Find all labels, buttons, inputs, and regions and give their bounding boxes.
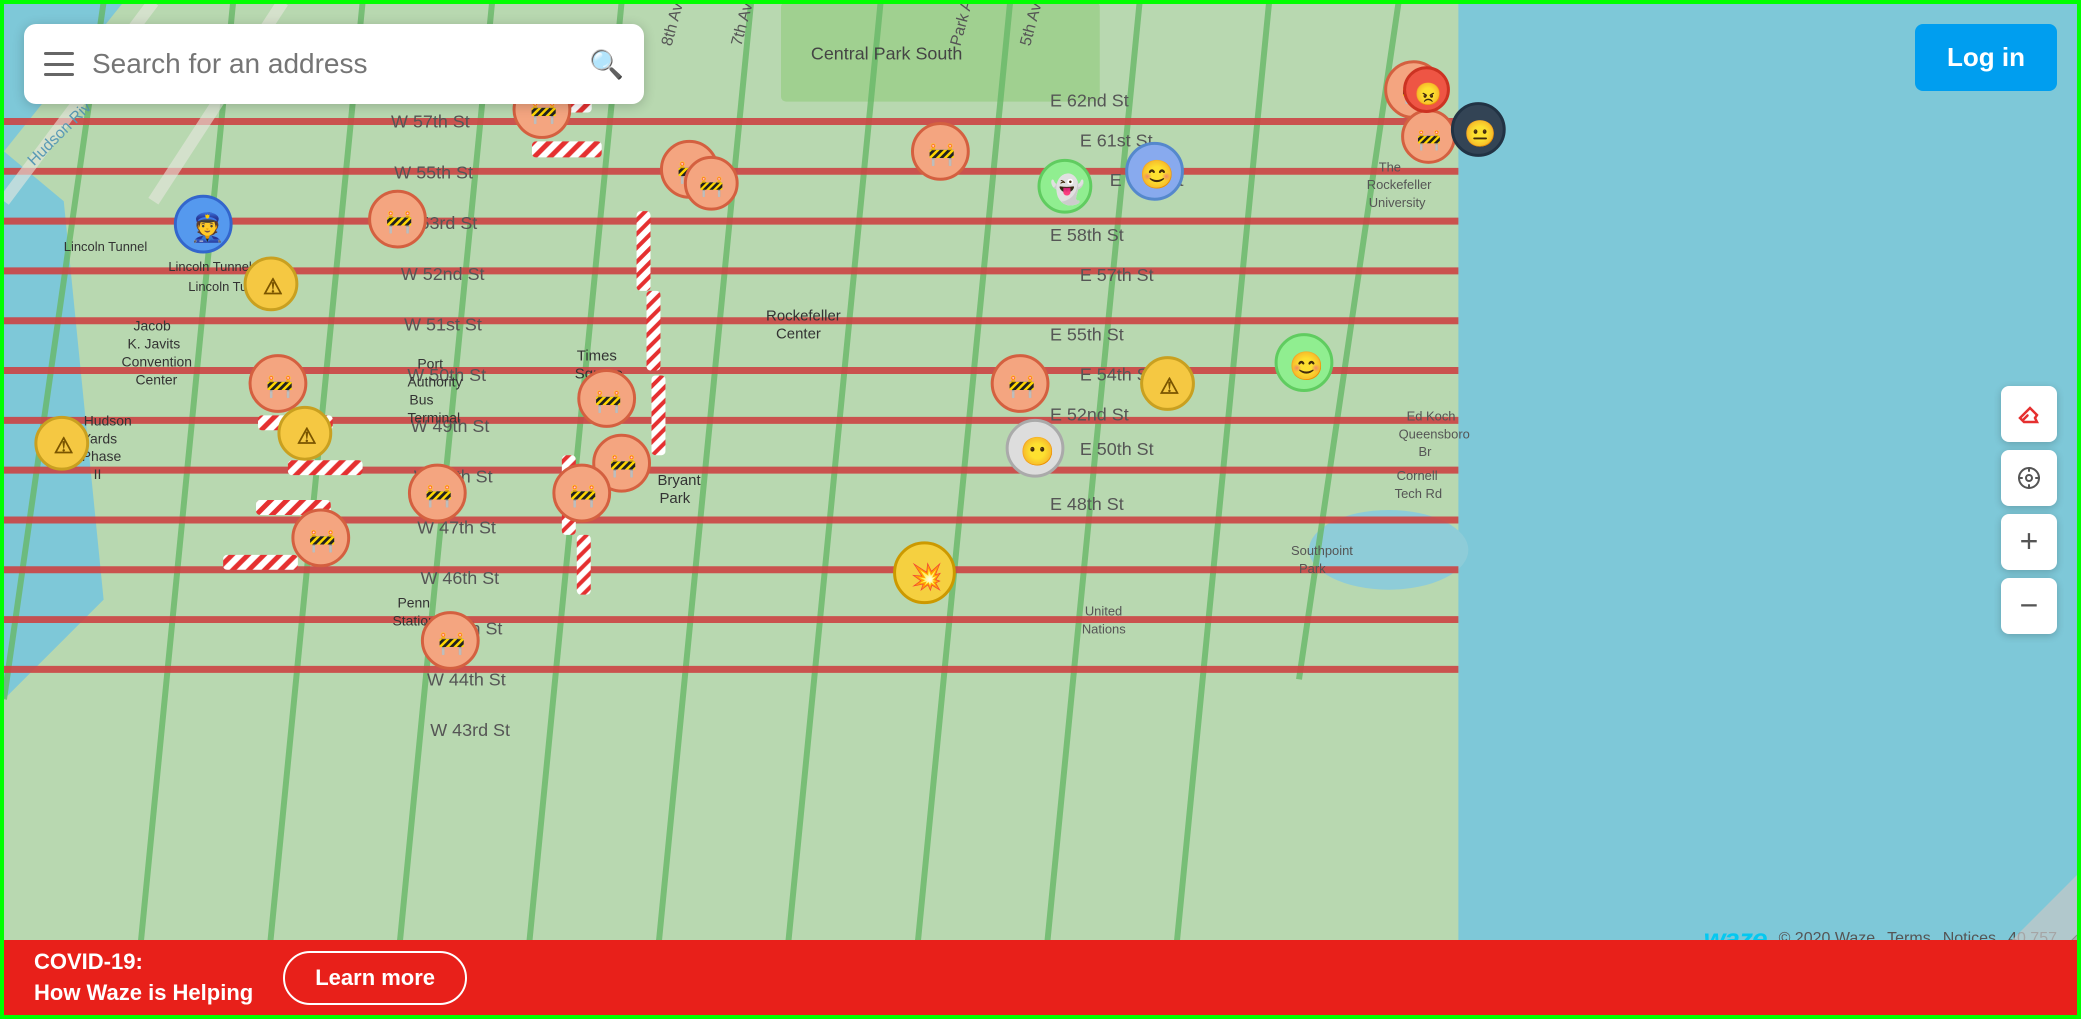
svg-text:🚧: 🚧	[699, 176, 724, 198]
search-icon[interactable]: 🔍	[589, 48, 624, 81]
svg-text:Lincoln Tunnel: Lincoln Tunnel	[64, 239, 148, 254]
svg-text:🚧: 🚧	[386, 209, 413, 234]
svg-text:⚠: ⚠	[263, 274, 283, 299]
svg-text:👮: 👮	[190, 210, 225, 244]
svg-text:II: II	[94, 466, 102, 482]
svg-text:Nations: Nations	[1082, 622, 1126, 637]
svg-text:🚧: 🚧	[1008, 373, 1035, 398]
svg-text:🚧: 🚧	[438, 630, 465, 655]
svg-text:Port: Port	[417, 356, 443, 372]
covid-text: COVID-19: How Waze is Helping	[34, 947, 253, 1009]
svg-text:🚧: 🚧	[610, 453, 637, 478]
svg-text:Ed Koch: Ed Koch	[1407, 408, 1456, 423]
svg-text:The: The	[1379, 159, 1401, 174]
search-input[interactable]	[92, 48, 589, 80]
svg-text:Central Park South: Central Park South	[811, 44, 962, 64]
zoom-out-button[interactable]: −	[2001, 578, 2057, 634]
svg-text:😠: 😠	[1415, 82, 1442, 107]
svg-text:E 62nd St: E 62nd St	[1050, 91, 1129, 111]
svg-text:Queensboro: Queensboro	[1399, 426, 1470, 441]
learn-more-button[interactable]: Learn more	[283, 951, 467, 1005]
svg-text:🚧: 🚧	[595, 388, 622, 413]
svg-text:Penn: Penn	[397, 595, 430, 611]
map-container: W 57th St W 55th St W 53rd St W 52nd St …	[0, 0, 2081, 1019]
svg-text:🚧: 🚧	[1417, 129, 1442, 151]
svg-text:🚧: 🚧	[266, 373, 293, 398]
svg-text:W 44th St: W 44th St	[427, 669, 506, 689]
svg-text:E 48th St: E 48th St	[1050, 494, 1124, 514]
svg-text:Br: Br	[1419, 444, 1433, 459]
svg-text:W 52nd St: W 52nd St	[401, 264, 485, 284]
search-bar: 🔍	[24, 24, 644, 104]
svg-text:👻: 👻	[1050, 172, 1085, 206]
svg-text:United: United	[1085, 604, 1122, 619]
svg-text:W 46th St: W 46th St	[420, 568, 499, 588]
svg-text:W 55th St: W 55th St	[394, 162, 473, 182]
svg-text:W 57th St: W 57th St	[391, 112, 470, 132]
covid-banner: COVID-19: How Waze is Helping Learn more	[4, 940, 2077, 1015]
map-background: W 57th St W 55th St W 53rd St W 52nd St …	[4, 4, 2077, 1015]
svg-text:W 43rd St: W 43rd St	[430, 720, 510, 740]
svg-text:Terminal: Terminal	[407, 409, 460, 425]
eraser-button[interactable]	[2001, 386, 2057, 442]
map-controls: + −	[2001, 386, 2057, 634]
svg-text:Park: Park	[1299, 561, 1326, 576]
svg-text:E 52nd St: E 52nd St	[1050, 404, 1129, 424]
svg-text:Times: Times	[577, 348, 617, 365]
svg-text:E 57th St: E 57th St	[1080, 265, 1154, 285]
svg-text:Southpoint: Southpoint	[1291, 543, 1353, 558]
svg-text:Bryant: Bryant	[657, 472, 701, 489]
svg-text:Rockefeller: Rockefeller	[766, 308, 841, 325]
svg-text:💥: 💥	[911, 562, 943, 593]
svg-text:Bus: Bus	[409, 391, 433, 407]
covid-subtitle: How Waze is Helping	[34, 980, 253, 1005]
svg-text:😊: 😊	[1289, 351, 1324, 382]
svg-text:⚠: ⚠	[1160, 373, 1180, 398]
zoom-in-button[interactable]: +	[2001, 514, 2057, 570]
svg-text:Rockefeller: Rockefeller	[1367, 177, 1432, 192]
svg-text:E 55th St: E 55th St	[1050, 325, 1124, 345]
svg-text:E 58th St: E 58th St	[1050, 225, 1124, 245]
svg-text:🚧: 🚧	[425, 483, 452, 508]
covid-title: COVID-19:	[34, 949, 143, 974]
svg-text:Hudson: Hudson	[84, 412, 132, 428]
svg-text:Convention: Convention	[122, 354, 193, 370]
svg-text:😊: 😊	[1140, 159, 1175, 190]
svg-text:😐: 😐	[1464, 119, 1496, 148]
svg-text:Jacob: Jacob	[134, 318, 171, 334]
svg-text:Authority: Authority	[407, 373, 462, 389]
svg-text:⚠: ⚠	[54, 433, 74, 458]
svg-text:🚧: 🚧	[309, 528, 336, 553]
svg-text:⚠: ⚠	[297, 423, 317, 448]
login-button[interactable]: Log in	[1915, 24, 2057, 91]
svg-text:Cornell: Cornell	[1397, 468, 1438, 483]
svg-text:😶: 😶	[1020, 436, 1055, 467]
svg-text:Center: Center	[776, 326, 821, 343]
svg-text:🚧: 🚧	[928, 141, 955, 166]
hamburger-menu-icon[interactable]	[44, 52, 74, 76]
svg-text:W 51st St: W 51st St	[404, 315, 482, 335]
compass-button[interactable]	[2001, 450, 2057, 506]
svg-text:🚧: 🚧	[570, 483, 597, 508]
svg-text:Tech Rd: Tech Rd	[1395, 486, 1442, 501]
svg-text:University: University	[1369, 195, 1426, 210]
svg-text:E 50th St: E 50th St	[1080, 439, 1154, 459]
svg-text:Center: Center	[135, 371, 177, 387]
svg-text:Park: Park	[659, 490, 690, 507]
svg-text:K. Javits: K. Javits	[128, 336, 181, 352]
